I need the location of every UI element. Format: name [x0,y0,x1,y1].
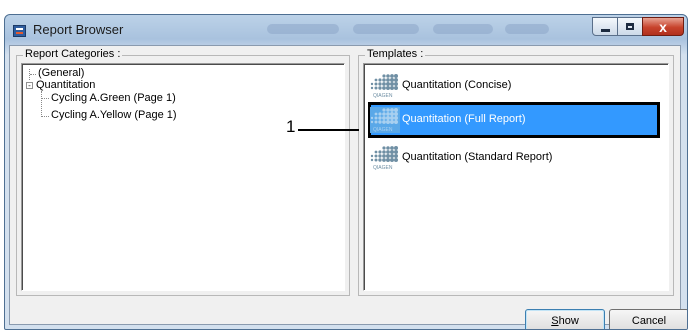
callout-line [298,129,359,131]
qiagen-logo-text: QIAGEN [373,93,393,99]
window-title: Report Browser [33,22,124,37]
templates-group: Templates : QIAGEN Quantitation (Concise… [358,48,674,296]
dialog-client-area: Report Categories : (General) - Quantita… [9,45,687,329]
show-button[interactable]: Show [525,309,605,329]
report-categories-tree[interactable]: (General) - Quantitation Cycling A.Green… [21,63,345,291]
template-label: Quantitation (Standard Report) [402,151,553,163]
blurred-background-text [505,24,549,34]
minimize-button[interactable] [592,17,618,36]
templates-list[interactable]: QIAGEN Quantitation (Concise) QIAGEN Qua… [363,63,669,291]
maximize-icon [626,23,634,30]
blurred-background-text [353,24,419,34]
title-bar[interactable]: Report Browser x [5,15,687,45]
close-button[interactable]: x [642,17,684,36]
report-categories-group: Report Categories : (General) - Quantita… [16,48,350,296]
tree-line [42,116,49,117]
top-background-strip [0,0,694,13]
report-categories-label: Report Categories : [23,48,123,60]
tree-item-cycling-green[interactable]: Cycling A.Green (Page 1) [51,92,176,104]
maximize-button[interactable] [617,17,643,36]
template-icon: QIAGEN [370,74,398,99]
tree-item-general[interactable]: (General) [38,67,84,79]
tree-line [30,74,36,75]
collapse-expander-icon[interactable]: - [26,82,33,90]
template-item-full-report[interactable]: QIAGEN Quantitation (Full Report) [368,102,660,138]
tree-item-cycling-yellow[interactable]: Cycling A.Yellow (Page 1) [51,109,177,121]
template-icon: QIAGEN [370,146,398,171]
qiagen-logo-text: QIAGEN [373,127,393,133]
show-button-label: how [558,315,579,327]
callout-number: 1 [286,117,296,136]
show-button-mnemonic: S [551,315,559,327]
report-browser-window: Report Browser x Report Categories : (Ge… [4,14,688,330]
tree-line [42,98,49,99]
qiagen-logo-text: QIAGEN [373,165,393,171]
window-app-icon [13,25,26,37]
template-item-standard-report[interactable]: QIAGEN Quantitation (Standard Report) [368,140,660,176]
templates-label: Templates : [365,48,426,60]
close-icon: x [659,18,667,35]
blurred-background-text [267,24,339,34]
minimize-icon [600,28,610,32]
template-label: Quantitation (Concise) [402,79,512,91]
template-item-concise[interactable]: QIAGEN Quantitation (Concise) [368,68,660,104]
tree-item-quantitation[interactable]: Quantitation [36,79,95,91]
template-icon: QIAGEN [370,107,400,133]
blurred-background-text [433,24,493,34]
template-label: Quantitation (Full Report) [402,113,526,125]
cancel-button[interactable]: Cancel [609,309,687,329]
tree-line [41,91,42,117]
